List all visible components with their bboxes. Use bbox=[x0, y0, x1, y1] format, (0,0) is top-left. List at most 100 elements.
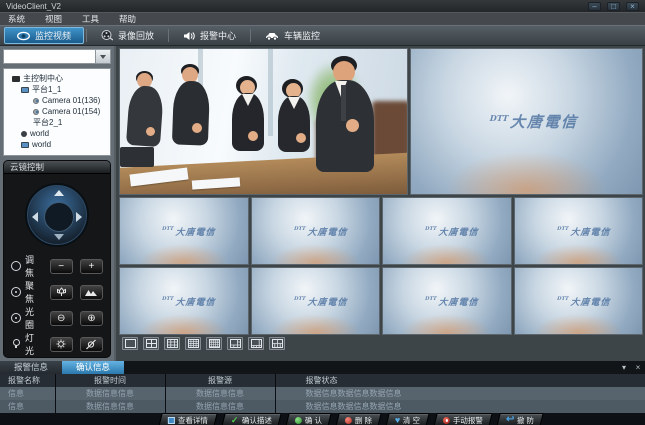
iris-open-button[interactable]: ⊕ bbox=[80, 311, 103, 326]
grid-2plus8-icon bbox=[272, 339, 283, 348]
camera-icon bbox=[33, 98, 39, 104]
tree-item-label: world bbox=[30, 129, 49, 138]
green-dot-icon bbox=[295, 417, 302, 424]
menu-help[interactable]: 帮助 bbox=[119, 13, 136, 25]
pan-up-arrow-icon[interactable] bbox=[54, 190, 64, 196]
col-alarm-status: 报警状态 bbox=[275, 374, 645, 387]
tree-item-platform2[interactable]: 平台2_1 bbox=[6, 117, 108, 128]
monitor-blue-icon bbox=[21, 87, 29, 93]
confirm-button[interactable]: 确 认 bbox=[285, 413, 332, 425]
grid-25-icon bbox=[209, 339, 220, 348]
tree-item-label: world bbox=[32, 140, 51, 149]
pan-down-arrow-icon[interactable] bbox=[54, 234, 64, 240]
confirm-description-button[interactable]: ✓ 确认描述 bbox=[221, 413, 281, 425]
minimize-button[interactable]: – bbox=[588, 2, 601, 11]
grid-1plus5-icon bbox=[230, 339, 241, 348]
device-group-dropdown[interactable] bbox=[3, 49, 111, 64]
tab-label: 报警中心 bbox=[200, 29, 236, 42]
light-on-button[interactable] bbox=[50, 337, 73, 352]
dropdown-button[interactable] bbox=[96, 49, 111, 64]
layout-25-button[interactable] bbox=[206, 337, 222, 350]
alarm-tab-bar: 报警信息 确认信息 ▾ × bbox=[0, 361, 645, 374]
layout-16-button[interactable] bbox=[185, 337, 201, 350]
zoom-out-button[interactable]: − bbox=[50, 259, 73, 274]
tab-label: 录像回放 bbox=[118, 29, 154, 42]
light-off-button[interactable] bbox=[80, 337, 103, 352]
video-tile-idle[interactable]: DTT大唐電信 bbox=[514, 267, 644, 335]
iris-close-button[interactable]: ⊖ bbox=[50, 311, 73, 326]
menu-view[interactable]: 视图 bbox=[45, 13, 62, 25]
crescent-icon bbox=[546, 296, 556, 306]
alarm-row[interactable]: 信息 数据信息信息 数据信息信息 数据信息数据信息数据信息 bbox=[0, 400, 645, 413]
disarm-button[interactable]: ↩ 撤 防 bbox=[496, 413, 544, 425]
alarm-row[interactable]: 信息 数据信息信息 数据信息信息 数据信息数据信息数据信息 bbox=[0, 387, 645, 400]
video-tile-idle[interactable]: DTT大唐電信 bbox=[251, 267, 381, 335]
ptz-row-label: 灯光 bbox=[25, 331, 43, 357]
watermark-name: 大唐電信 bbox=[510, 111, 579, 132]
maximize-button[interactable]: □ bbox=[607, 2, 620, 11]
tree-item-label: 平台1_1 bbox=[32, 84, 61, 95]
videoclient-window: VideoClient_V2 – □ × 系统 视图 工具 帮助 监控视频 录像… bbox=[0, 0, 645, 425]
layout-1-button[interactable] bbox=[122, 337, 138, 350]
zoom-in-button[interactable]: + bbox=[80, 259, 103, 274]
tab-playback[interactable]: 录像回放 bbox=[89, 27, 166, 44]
layout-bar bbox=[116, 335, 645, 351]
ptz-row-label: 调焦 bbox=[25, 253, 43, 279]
clear-button[interactable]: ♥ 清 空 bbox=[385, 413, 430, 425]
menu-tools[interactable]: 工具 bbox=[82, 13, 99, 25]
dropdown-value[interactable] bbox=[3, 49, 96, 64]
focus-near-button[interactable] bbox=[50, 285, 73, 300]
cell: 数据信息信息 bbox=[165, 400, 275, 413]
manual-alarm-button[interactable]: 手动报警 bbox=[433, 413, 492, 425]
tree-item-control-center[interactable]: 主控制中心 bbox=[6, 73, 108, 84]
cell: 数据信息数据信息数据信息 bbox=[275, 400, 645, 413]
tab-alarm-center[interactable]: 报警中心 bbox=[171, 27, 248, 44]
ptz-dpad[interactable] bbox=[25, 183, 89, 247]
panel-close-button[interactable]: × bbox=[631, 361, 645, 374]
cell: 数据信息数据信息数据信息 bbox=[275, 387, 645, 400]
col-alarm-source: 报警源 bbox=[165, 374, 275, 387]
layout-4-button[interactable] bbox=[143, 337, 159, 350]
layout-9-button[interactable] bbox=[164, 337, 180, 350]
close-button[interactable]: × bbox=[626, 2, 639, 11]
focus-far-button[interactable] bbox=[80, 285, 103, 300]
datang-watermark: DTT 大唐電信 bbox=[410, 49, 643, 194]
tab-vehicle-monitor[interactable]: 车辆监控 bbox=[253, 27, 332, 44]
video-tile-idle[interactable]: DTT大唐電信 bbox=[119, 197, 249, 265]
tree-item-world-1[interactable]: world bbox=[6, 128, 108, 139]
ptz-row-label: 光圈 bbox=[25, 305, 43, 331]
alarm-table: 报警名称 报警时间 报警源 报警状态 信息 数据信息信息 数据信息信息 数据信息… bbox=[0, 374, 645, 413]
tree-item-camera-154[interactable]: Camera 01(154) bbox=[6, 106, 108, 117]
pan-right-arrow-icon[interactable] bbox=[76, 212, 82, 222]
video-tile-idle[interactable]: DTT大唐電信 bbox=[514, 197, 644, 265]
crescent-icon bbox=[283, 226, 293, 236]
video-tile-idle[interactable]: DTT 大唐電信 bbox=[410, 48, 643, 195]
tab-alarm-info[interactable]: 报警信息 bbox=[0, 361, 62, 374]
grid-1-icon bbox=[125, 339, 136, 348]
video-tile-live[interactable] bbox=[119, 48, 408, 195]
pan-left-arrow-icon[interactable] bbox=[32, 212, 38, 222]
layout-1p5-button[interactable] bbox=[227, 337, 243, 350]
grid-4-icon bbox=[146, 339, 157, 348]
tree-item-world-2[interactable]: world bbox=[6, 139, 108, 150]
delete-button[interactable]: 删 除 bbox=[335, 413, 382, 425]
camera-icon bbox=[33, 109, 39, 115]
alarm-actions-bar: 查看详情 ✓ 确认描述 确 认 删 除 ♥ 清 空 手动报警 bbox=[0, 413, 645, 425]
tab-live-video[interactable]: 监控视频 bbox=[4, 27, 84, 44]
layout-2p8-button[interactable] bbox=[269, 337, 285, 350]
menu-system[interactable]: 系统 bbox=[8, 13, 25, 25]
video-tile-idle[interactable]: DTT大唐電信 bbox=[251, 197, 381, 265]
tab-confirm-info[interactable]: 确认信息 bbox=[62, 361, 124, 374]
alarm-table-header: 报警名称 报警时间 报警源 报警状态 bbox=[0, 374, 645, 387]
panel-collapse-button[interactable]: ▾ bbox=[617, 361, 631, 374]
manual-alarm-icon bbox=[443, 417, 450, 424]
tree-item-camera-136[interactable]: Camera 01(136) bbox=[6, 95, 108, 106]
video-tile-idle[interactable]: DTT大唐電信 bbox=[382, 197, 512, 265]
video-tile-idle[interactable]: DTT大唐電信 bbox=[119, 267, 249, 335]
col-alarm-name: 报警名称 bbox=[0, 374, 55, 387]
view-detail-button[interactable]: 查看详情 bbox=[158, 413, 217, 425]
video-tile-idle[interactable]: DTT大唐電信 bbox=[382, 267, 512, 335]
layout-1p7-button[interactable] bbox=[248, 337, 264, 350]
tree-item-platform1[interactable]: 平台1_1 bbox=[6, 84, 108, 95]
crescent-icon bbox=[415, 226, 425, 236]
